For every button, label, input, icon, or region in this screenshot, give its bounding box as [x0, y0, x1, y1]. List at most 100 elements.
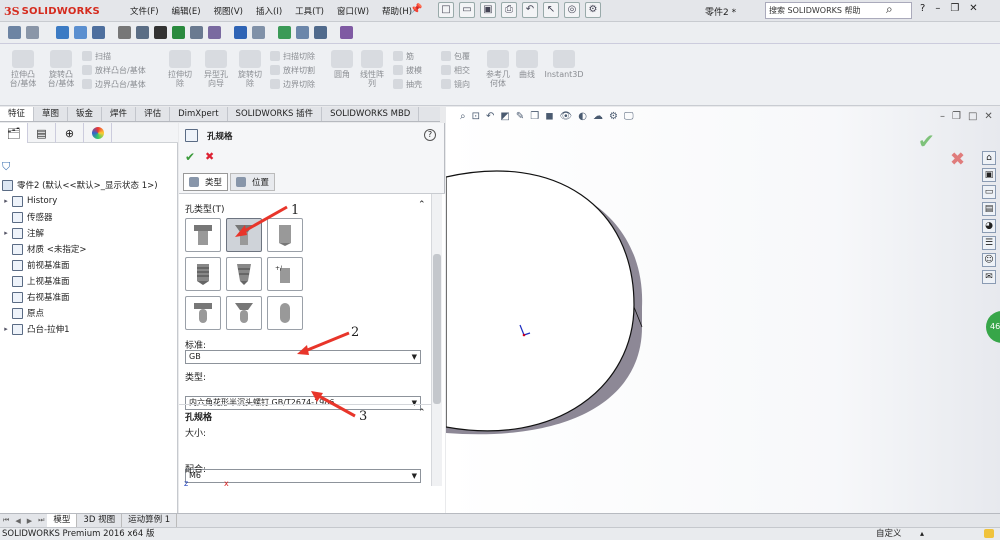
configuration-tab-icon[interactable]: ⊕: [56, 123, 84, 143]
status-warning-icon[interactable]: [984, 529, 994, 538]
legacy-hole-icon[interactable]: +/: [267, 257, 303, 291]
apply-scene-icon[interactable]: ☁: [593, 111, 603, 122]
dynamic-annotation-icon[interactable]: ✎: [516, 111, 524, 122]
gear-icon[interactable]: [118, 26, 131, 39]
filter-icon[interactable]: ⛉: [2, 160, 10, 174]
fillet-button[interactable]: 圆角: [328, 50, 356, 79]
property-manager-tab-icon[interactable]: ▤: [28, 123, 56, 143]
curves-button[interactable]: 曲线: [515, 50, 539, 79]
tree-item[interactable]: 右视基准面: [2, 289, 158, 305]
viewport-maximize-icon[interactable]: □: [968, 111, 977, 122]
tab-addins[interactable]: SOLIDWORKS 插件: [228, 107, 323, 121]
confirm-corner-ok-icon[interactable]: ✔: [918, 129, 935, 153]
tab-features[interactable]: 特征: [0, 107, 35, 121]
tab-motion-study[interactable]: 运动算例 1: [122, 514, 178, 527]
custom-properties-icon[interactable]: ☰: [982, 236, 996, 250]
intersect-button[interactable]: 相交: [441, 63, 470, 77]
pm-help-icon[interactable]: ?: [424, 129, 436, 141]
document-icon[interactable]: [340, 26, 353, 39]
pm-tab-type[interactable]: 类型: [183, 173, 229, 191]
grid-icon[interactable]: [190, 26, 203, 39]
hide-show-icon[interactable]: 👁: [560, 111, 573, 122]
chat-icon[interactable]: ✉: [982, 270, 996, 284]
select-icon[interactable]: ↖: [543, 2, 559, 18]
tree-root[interactable]: 零件2 (默认<<默认>_显示状态 1>): [2, 177, 158, 193]
network-speed-badge[interactable]: 46: [986, 311, 1000, 343]
expand-arrow-icon[interactable]: ▸: [2, 197, 10, 205]
key-icon[interactable]: [8, 26, 21, 39]
cylinder-model[interactable]: [446, 157, 666, 457]
tab-sheet-metal[interactable]: 钣金: [68, 107, 103, 121]
status-customize[interactable]: 自定义: [876, 528, 902, 540]
search-icon[interactable]: ⌕: [886, 2, 893, 17]
revolve-boss-button[interactable]: 旋转凸 台/基体: [44, 50, 78, 88]
pm-tab-position[interactable]: 位置: [230, 173, 276, 191]
view-orientation-icon[interactable]: ❒: [530, 111, 539, 122]
new-icon[interactable]: □: [438, 2, 454, 18]
sweep-button[interactable]: 扫描: [82, 49, 146, 63]
tree-item[interactable]: 传感器: [2, 209, 158, 225]
tree-item[interactable]: ▸ 凸台-拉伸1: [2, 321, 158, 337]
size-select[interactable]: M6 ▼: [185, 469, 421, 483]
resources-icon[interactable]: ▣: [982, 168, 996, 182]
tab-mbd[interactable]: SOLIDWORKS MBD: [322, 107, 420, 121]
linear-pattern-button[interactable]: 线性阵 列: [357, 50, 387, 88]
tab-evaluate[interactable]: 评估: [136, 107, 171, 121]
menu-edit[interactable]: 编辑(E): [172, 5, 201, 17]
standard-select[interactable]: GB ▼: [185, 350, 421, 364]
close-icon[interactable]: ✕: [969, 3, 977, 14]
tab-sketch[interactable]: 草图: [34, 107, 69, 121]
viewport-restore-icon[interactable]: ❐: [952, 111, 961, 122]
sweep-cut-button[interactable]: 扫描切除: [270, 49, 315, 63]
tree-item[interactable]: 上视基准面: [2, 273, 158, 289]
help-icon[interactable]: ?: [920, 3, 925, 14]
home-icon[interactable]: ⌂: [982, 151, 996, 165]
globe-icon[interactable]: [92, 26, 105, 39]
tree-item[interactable]: ▸ 注解: [2, 225, 158, 241]
confirm-corner-cancel-icon[interactable]: ✖: [950, 149, 965, 170]
form-icon[interactable]: [296, 26, 309, 39]
menu-window[interactable]: 窗口(W): [337, 5, 369, 17]
counterbore-icon[interactable]: [185, 218, 221, 252]
reference-geometry-button[interactable]: 参考几 何体: [483, 50, 513, 88]
chart-icon[interactable]: [208, 26, 221, 39]
save-icon[interactable]: ▣: [480, 2, 496, 18]
magnify-icon[interactable]: [234, 26, 247, 39]
binoculars-icon[interactable]: [252, 26, 265, 39]
scroll-first-icon[interactable]: ⏮: [0, 516, 12, 525]
previous-view-icon[interactable]: ↶: [486, 111, 494, 122]
dice-icon[interactable]: [136, 26, 149, 39]
open-icon[interactable]: ▭: [459, 2, 475, 18]
pin-icon[interactable]: 📌: [410, 4, 422, 15]
tab-model[interactable]: 模型: [47, 514, 78, 527]
wrap-button[interactable]: 包覆: [441, 49, 470, 63]
display-style-icon[interactable]: ◼: [545, 111, 553, 122]
hole-type-collapse-icon[interactable]: ⌃: [418, 200, 426, 210]
minimize-icon[interactable]: –: [935, 3, 940, 14]
pm-scrollbar-thumb[interactable]: [433, 254, 441, 404]
solidworks-forum-icon[interactable]: ☺: [982, 253, 996, 267]
loft-button[interactable]: 放样凸台/基体: [82, 63, 146, 77]
feature-manager-tab-icon[interactable]: 🗂: [0, 123, 28, 143]
rebuild-icon[interactable]: ◎: [564, 2, 580, 18]
expand-arrow-icon[interactable]: ▸: [2, 229, 10, 237]
triangle-icon[interactable]: [154, 26, 167, 39]
boundary-boss-button[interactable]: 边界凸台/基体: [82, 77, 146, 91]
countersink-slot-icon[interactable]: [226, 296, 262, 330]
tree-item[interactable]: 原点: [2, 305, 158, 321]
report-icon[interactable]: [314, 26, 327, 39]
boundary-cut-button[interactable]: 边界切除: [270, 77, 315, 91]
type-select[interactable]: 内六角花形半沉头螺钉 GB/T2674-1986 ▼: [185, 396, 421, 410]
restore-icon[interactable]: ❐: [950, 3, 959, 14]
instant3d-button[interactable]: Instant3D: [544, 50, 584, 79]
hole-wizard-button[interactable]: 异型孔 向导: [199, 50, 233, 88]
display-pane-icon[interactable]: 🖵: [624, 111, 634, 122]
expand-arrow-icon[interactable]: ▸: [2, 325, 10, 333]
pin-marker-icon[interactable]: [172, 26, 185, 39]
tab-dimxpert[interactable]: DimXpert: [170, 107, 228, 121]
tapered-tap-icon[interactable]: [226, 257, 262, 291]
table-icon[interactable]: [278, 26, 291, 39]
solidworks-logo[interactable]: 3S SOLIDWORKS: [4, 3, 100, 19]
extrude-boss-button[interactable]: 拉伸凸 台/基体: [6, 50, 40, 88]
view-settings-icon[interactable]: ⚙: [609, 111, 618, 122]
